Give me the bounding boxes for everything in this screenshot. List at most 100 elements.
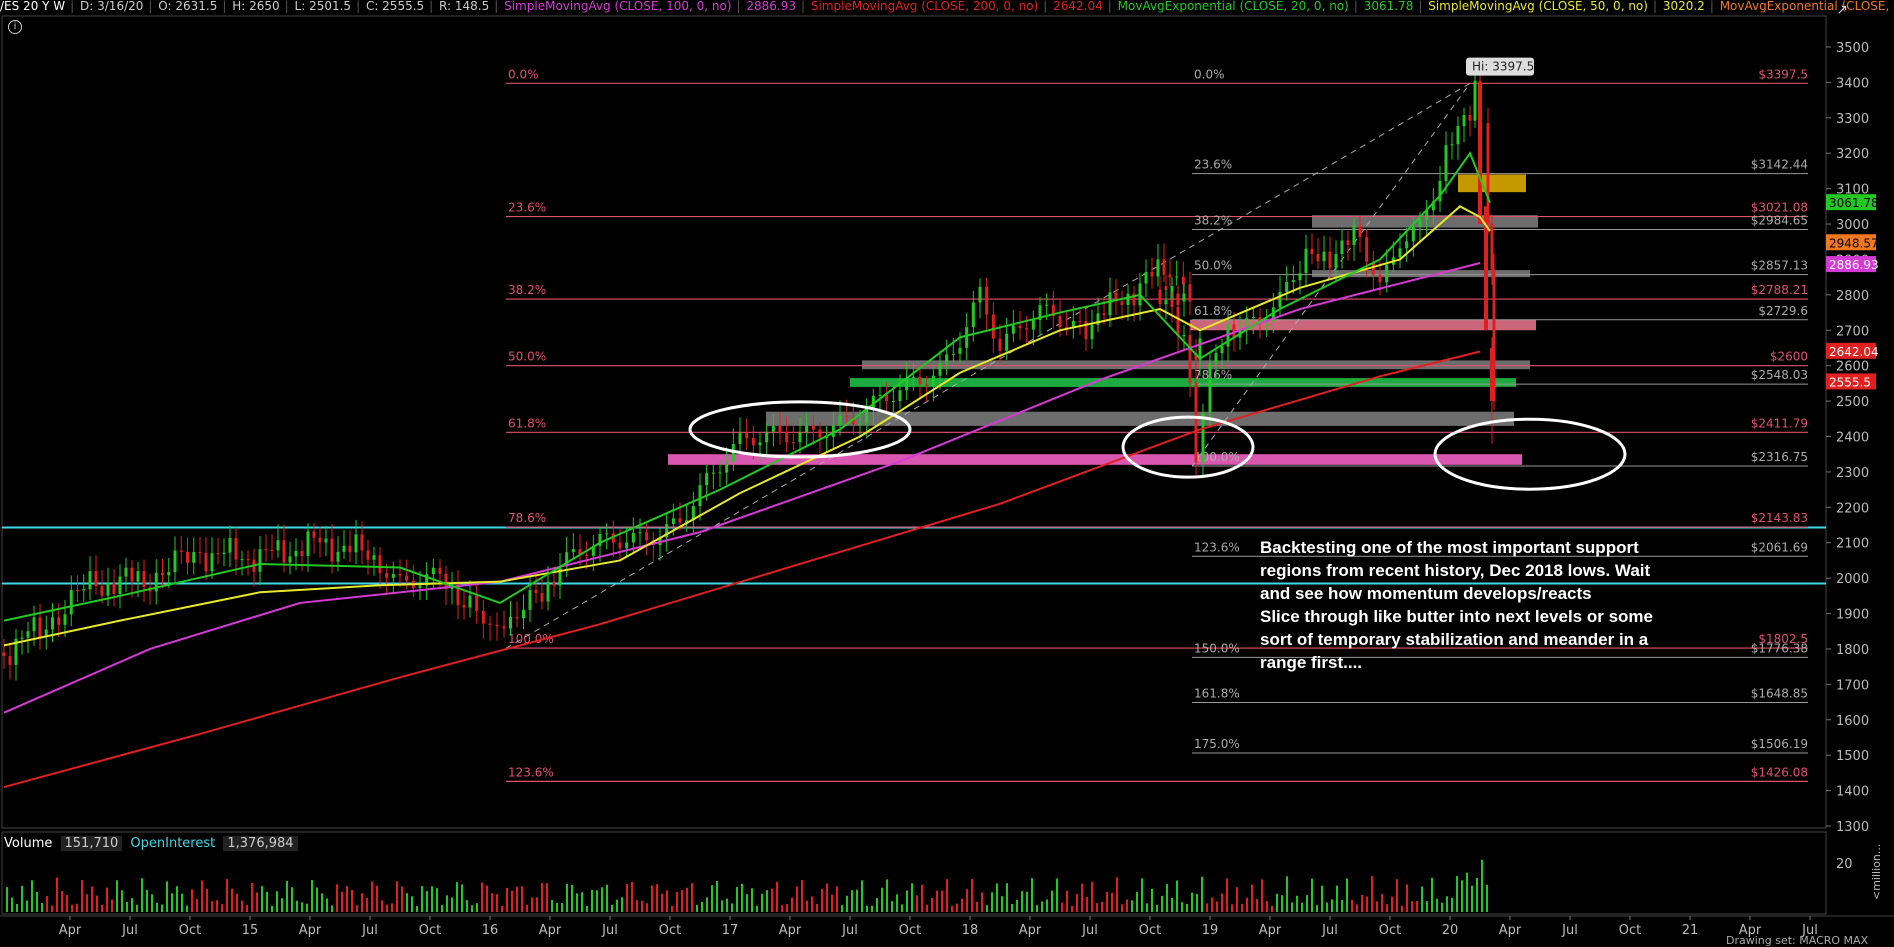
- volume-bar: [686, 887, 688, 912]
- volume-bar: [436, 888, 438, 912]
- chart-canvas[interactable]: 3500340033003200310030002900280027002600…: [0, 0, 1894, 944]
- drawing-set-label[interactable]: Drawing set: MACRO MAX: [1726, 934, 1868, 947]
- volume-bar: [1326, 902, 1328, 912]
- volume-bar: [1456, 876, 1458, 912]
- study-ema20-label[interactable]: MovAvgExponential (CLOSE, 20, 0, no): [1118, 0, 1349, 13]
- candle-body: [925, 384, 929, 386]
- candle-body: [312, 531, 316, 538]
- x-tick-label: Apr: [539, 923, 562, 938]
- fib-right-label: 123.6%: [1194, 540, 1240, 554]
- candle-body: [354, 534, 358, 553]
- volume-bar: [1011, 903, 1013, 912]
- study-ema8-label[interactable]: MovAvgExponential (CLOSE, 8, 0, no): [1720, 0, 1894, 13]
- y-tick-label: 3500: [1836, 41, 1869, 56]
- candle-body: [1316, 254, 1320, 262]
- candle-body: [558, 566, 562, 586]
- volume-bar: [1311, 878, 1313, 912]
- volume-bar: [16, 903, 18, 912]
- volume-bar: [1051, 890, 1053, 912]
- fib-right-price: $3142.44: [1751, 158, 1808, 172]
- volume-bar: [1041, 901, 1043, 912]
- candle-body: [495, 624, 499, 627]
- candle-body: [288, 556, 292, 563]
- volume-bar: [126, 902, 128, 912]
- study-ema20-value: 3061.78: [1363, 0, 1414, 13]
- volume-bar: [226, 879, 228, 912]
- volume-bar: [711, 885, 713, 912]
- y-tick-label: 2500: [1836, 395, 1869, 410]
- drawing-tool-icon[interactable]: ↗: [1836, 2, 1848, 18]
- candle-body: [32, 617, 36, 632]
- info-icon[interactable]: i: [8, 20, 22, 34]
- y-tick-label: 1300: [1836, 820, 1869, 835]
- support-resistance-zone[interactable]: [1458, 174, 1526, 193]
- candle-body: [671, 518, 675, 525]
- highlight-circle[interactable]: [1121, 415, 1255, 479]
- candle-body: [192, 552, 196, 563]
- volume-bar: [901, 904, 903, 912]
- candle-body: [186, 551, 189, 563]
- volume-bar: [1031, 878, 1033, 912]
- volume-bar: [1381, 894, 1383, 912]
- x-tick-label: Jul: [121, 923, 138, 938]
- volume-bar: [61, 891, 63, 912]
- volume-bar: [541, 883, 543, 912]
- open-interest-label[interactable]: OpenInterest: [130, 836, 215, 851]
- candle-body: [865, 408, 869, 424]
- candle-body: [1182, 335, 1186, 337]
- volume-bar: [811, 896, 813, 912]
- candle-body: [246, 559, 250, 561]
- candle-body: [811, 425, 815, 430]
- fib-right-price: $1506.19: [1751, 737, 1808, 751]
- candle-body: [1378, 274, 1382, 283]
- volume-bar: [1086, 897, 1088, 912]
- sma100-line[interactable]: [3, 262, 1481, 714]
- candle-body: [398, 574, 402, 576]
- candle-body: [771, 425, 775, 432]
- candle-body: [891, 400, 895, 402]
- volume-bar: [21, 885, 23, 912]
- study-sma50-label[interactable]: SimpleMovingAvg (CLOSE, 50, 0, no): [1428, 0, 1648, 13]
- candle-body: [1175, 276, 1179, 278]
- volume-bar: [321, 893, 323, 912]
- volume-bar: [1126, 899, 1128, 912]
- y-tick-label: 2400: [1836, 431, 1869, 446]
- study-sma100-label[interactable]: SimpleMovingAvg (CLOSE, 100, 0, no): [504, 0, 731, 13]
- volume-bar: [646, 903, 648, 912]
- candle-body: [631, 532, 635, 543]
- volume-bar: [551, 900, 553, 912]
- volume-label[interactable]: Volume: [4, 836, 52, 851]
- study-sma200-label[interactable]: SimpleMovingAvg (CLOSE, 200, 0, no): [811, 0, 1038, 13]
- candle-body: [1126, 293, 1130, 305]
- volume-bar: [496, 894, 498, 912]
- volume-bar: [736, 887, 738, 912]
- candle-body: [488, 623, 492, 625]
- x-tick-label: Oct: [1619, 923, 1641, 938]
- candle-body: [1385, 264, 1389, 283]
- symbol-label[interactable]: /ES 20 Y W: [0, 0, 65, 13]
- volume-bar: [41, 902, 43, 912]
- x-tick-label: 17: [722, 923, 739, 938]
- volume-bar: [341, 891, 343, 912]
- candle-body: [625, 542, 629, 549]
- candle-body: [1405, 241, 1409, 249]
- candle-body: [1352, 225, 1356, 245]
- volume-bar: [766, 890, 768, 912]
- volume-bar: [1201, 876, 1203, 912]
- candle-body: [136, 571, 140, 582]
- volume-bar: [1461, 880, 1463, 912]
- y-tick-label: 2200: [1836, 501, 1869, 516]
- volume-bar: [201, 880, 203, 912]
- candle-body: [1251, 317, 1255, 319]
- candle-body: [88, 571, 92, 590]
- volume-bar: [106, 887, 108, 912]
- volume-bar: [1066, 890, 1068, 912]
- volume-bar: [116, 880, 118, 912]
- volume-bar: [171, 893, 173, 912]
- candle-body: [705, 473, 709, 486]
- volume-bar: [1341, 900, 1343, 912]
- volume-bar: [971, 878, 973, 912]
- candle-body: [2, 652, 6, 657]
- ohlc-close: C: 2555.5: [365, 0, 425, 13]
- x-tick-label: Apr: [1019, 923, 1042, 938]
